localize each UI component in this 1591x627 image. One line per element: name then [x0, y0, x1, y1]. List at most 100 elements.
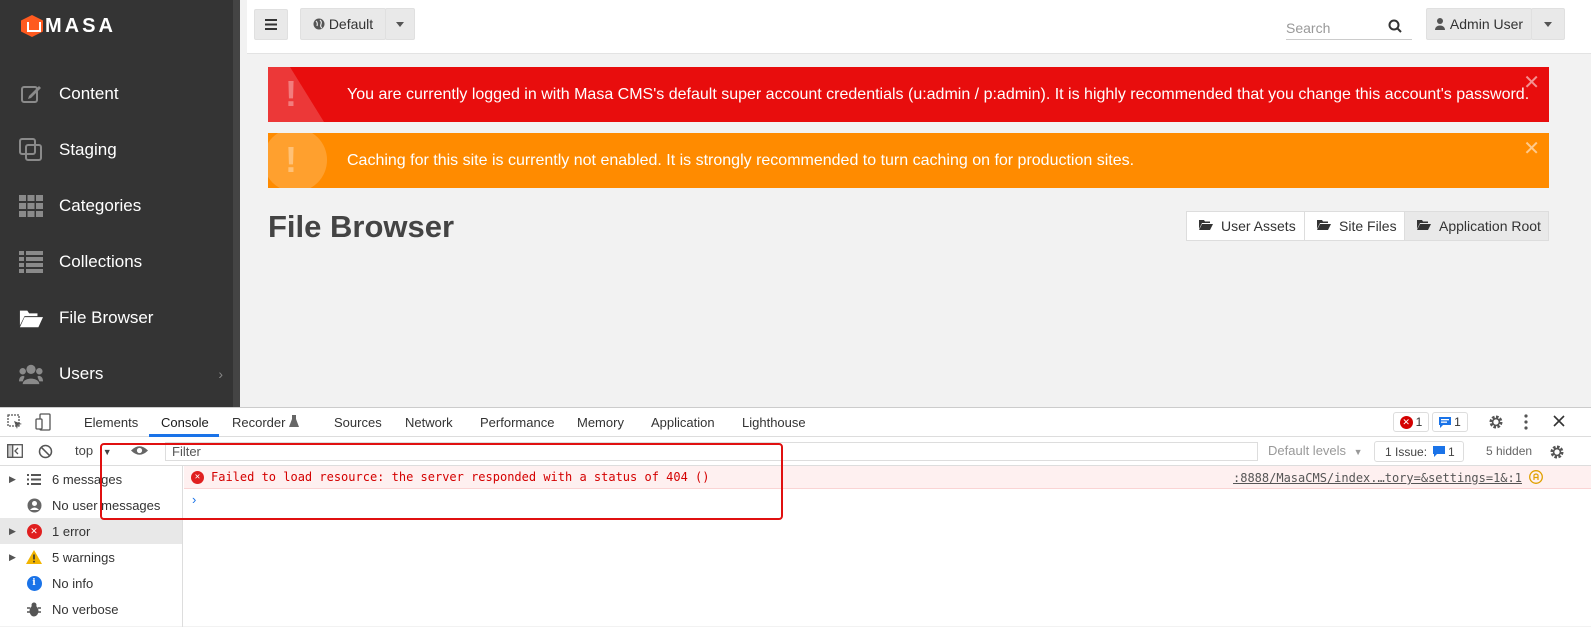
logo-text: MASA [45, 14, 116, 37]
copy-icon [19, 138, 43, 162]
tab-network[interactable]: Network [405, 415, 453, 430]
close-icon[interactable]: ✕ [1523, 136, 1540, 161]
search-input[interactable]: Search [1286, 16, 1412, 40]
message-icon [1433, 446, 1446, 457]
hamburger-icon [265, 19, 277, 30]
sidebar-item-label: 1 error [52, 523, 91, 539]
settings-icon[interactable] [1488, 414, 1504, 430]
error-source-link[interactable]: :8888/MasaCMS/index.…tory=&settings=1&:1 [1233, 471, 1522, 485]
clear-console-icon[interactable] [38, 444, 53, 459]
tab-sources[interactable]: Sources [334, 415, 382, 430]
sidebar-item-label: Content [59, 84, 119, 103]
inspect-element-icon[interactable] [7, 414, 23, 430]
tab-memory[interactable]: Memory [577, 415, 624, 430]
bug-icon [26, 601, 42, 617]
sidebar-item-errors[interactable]: ▶ ✕ 1 error [0, 518, 182, 544]
tab-performance[interactable]: Performance [480, 415, 554, 430]
message-count-badge[interactable]: 1 [1432, 412, 1468, 432]
tab-label: Site Files [1339, 218, 1397, 234]
caret-down-icon [396, 21, 404, 27]
caret-down-icon [1544, 21, 1552, 27]
sidebar-item-label: Staging [59, 140, 117, 159]
alert-badge-icon [268, 133, 328, 188]
tab-user-assets[interactable]: User Assets [1186, 211, 1305, 241]
sidebar-item-collections[interactable]: Collections [0, 234, 233, 290]
tab-elements[interactable]: Elements [84, 415, 138, 430]
credentials-alert: ! You are currently logged in with Masa … [268, 67, 1549, 122]
user-menu-dropdown[interactable] [1531, 8, 1565, 40]
tab-application-root[interactable]: Application Root [1404, 211, 1549, 241]
credentials-alert-text: You are currently logged in with Masa CM… [347, 85, 1530, 103]
sidebar-item-label: Users [59, 364, 104, 383]
device-toolbar-icon[interactable] [35, 413, 51, 431]
sidebar-item-verbose[interactable]: No verbose [0, 596, 182, 622]
issues-button[interactable]: 1 Issue: 1 [1374, 441, 1464, 462]
issues-label: 1 Issue: [1385, 444, 1428, 459]
tab-lighthouse[interactable]: Lighthouse [742, 415, 806, 430]
tab-console[interactable]: Console [161, 415, 209, 430]
error-count: 1 [1415, 415, 1423, 429]
list-icon [26, 471, 42, 487]
expand-arrow-icon: ▶ [9, 473, 16, 484]
highlight-box [100, 443, 783, 520]
top-bar: Default Search Admin User [247, 0, 1591, 54]
sidebar-item-content[interactable]: Content [0, 66, 233, 122]
sidebar-item-label: Collections [59, 252, 143, 271]
sidebar-item-label: File Browser [59, 308, 154, 327]
log-levels-dropdown[interactable]: Default levels ▼ [1268, 443, 1363, 458]
site-selector-button[interactable]: Default [300, 8, 386, 40]
user-circle-icon [26, 497, 42, 513]
tab-recorder[interactable]: Recorder [232, 415, 285, 430]
masa-logo-icon [21, 15, 43, 37]
masa-cms-app: MASA Content Staging Categories Collecti… [0, 0, 1591, 413]
close-icon[interactable]: ✕ [1523, 70, 1540, 95]
tab-application[interactable]: Application [651, 415, 715, 430]
users-icon [19, 362, 43, 386]
log-levels-label: Default levels [1268, 443, 1347, 458]
warning-icon [26, 549, 42, 565]
close-devtools-icon[interactable] [1553, 415, 1565, 427]
site-selector-dropdown[interactable] [385, 8, 415, 40]
page-title: File Browser [268, 209, 455, 244]
expand-arrow-icon: ▶ [9, 551, 16, 562]
folder-open-icon [1199, 219, 1213, 233]
error-icon: ✕ [1399, 415, 1413, 429]
issues-count: 1 [1448, 444, 1455, 459]
info-icon: i [26, 575, 42, 591]
sidebar-item-warnings[interactable]: ▶ 5 warnings [0, 544, 182, 570]
sidebar-item-info[interactable]: i No info [0, 570, 182, 596]
message-icon [1439, 416, 1452, 428]
sidebar-item-categories[interactable]: Categories [0, 178, 233, 234]
ai-explain-icon[interactable] [1529, 470, 1543, 484]
search-icon[interactable] [1388, 19, 1402, 33]
folder-open-icon [19, 306, 43, 330]
more-options-icon[interactable] [1524, 414, 1528, 430]
menu-toggle-button[interactable] [254, 9, 288, 40]
caching-alert: ! Caching for this site is currently not… [268, 133, 1549, 188]
tab-site-files[interactable]: Site Files [1304, 211, 1405, 241]
tab-label: User Assets [1221, 218, 1296, 234]
sidebar-toggle-icon[interactable] [7, 444, 23, 458]
expand-arrow-icon: ▶ [9, 525, 16, 536]
globe-icon [313, 18, 325, 30]
hidden-count: 5 hidden [1486, 444, 1533, 458]
tab-label: Application Root [1439, 218, 1541, 234]
console-settings-icon[interactable] [1549, 444, 1565, 460]
message-count: 1 [1454, 415, 1461, 429]
logo[interactable]: MASA [21, 14, 116, 38]
user-menu-button[interactable]: Admin User [1426, 8, 1532, 40]
exclamation-icon: ! [285, 73, 297, 114]
sidebar: MASA Content Staging Categories Collecti… [0, 0, 240, 413]
sidebar-item-users[interactable]: Users › [0, 346, 233, 402]
sidebar-item-label: No info [52, 575, 94, 591]
error-count-badge[interactable]: ✕ 1 [1393, 412, 1429, 432]
list-icon [19, 250, 43, 274]
sidebar-nav: Content Staging Categories Collections F… [0, 66, 233, 402]
sidebar-item-label: Categories [59, 196, 142, 215]
error-icon: ✕ [26, 523, 42, 539]
user-menu-label: Admin User [1449, 16, 1524, 32]
context-label: top [75, 443, 94, 458]
sidebar-item-staging[interactable]: Staging [0, 122, 233, 178]
sidebar-item-file-browser[interactable]: File Browser [0, 290, 233, 346]
folder-open-icon [1317, 219, 1331, 233]
